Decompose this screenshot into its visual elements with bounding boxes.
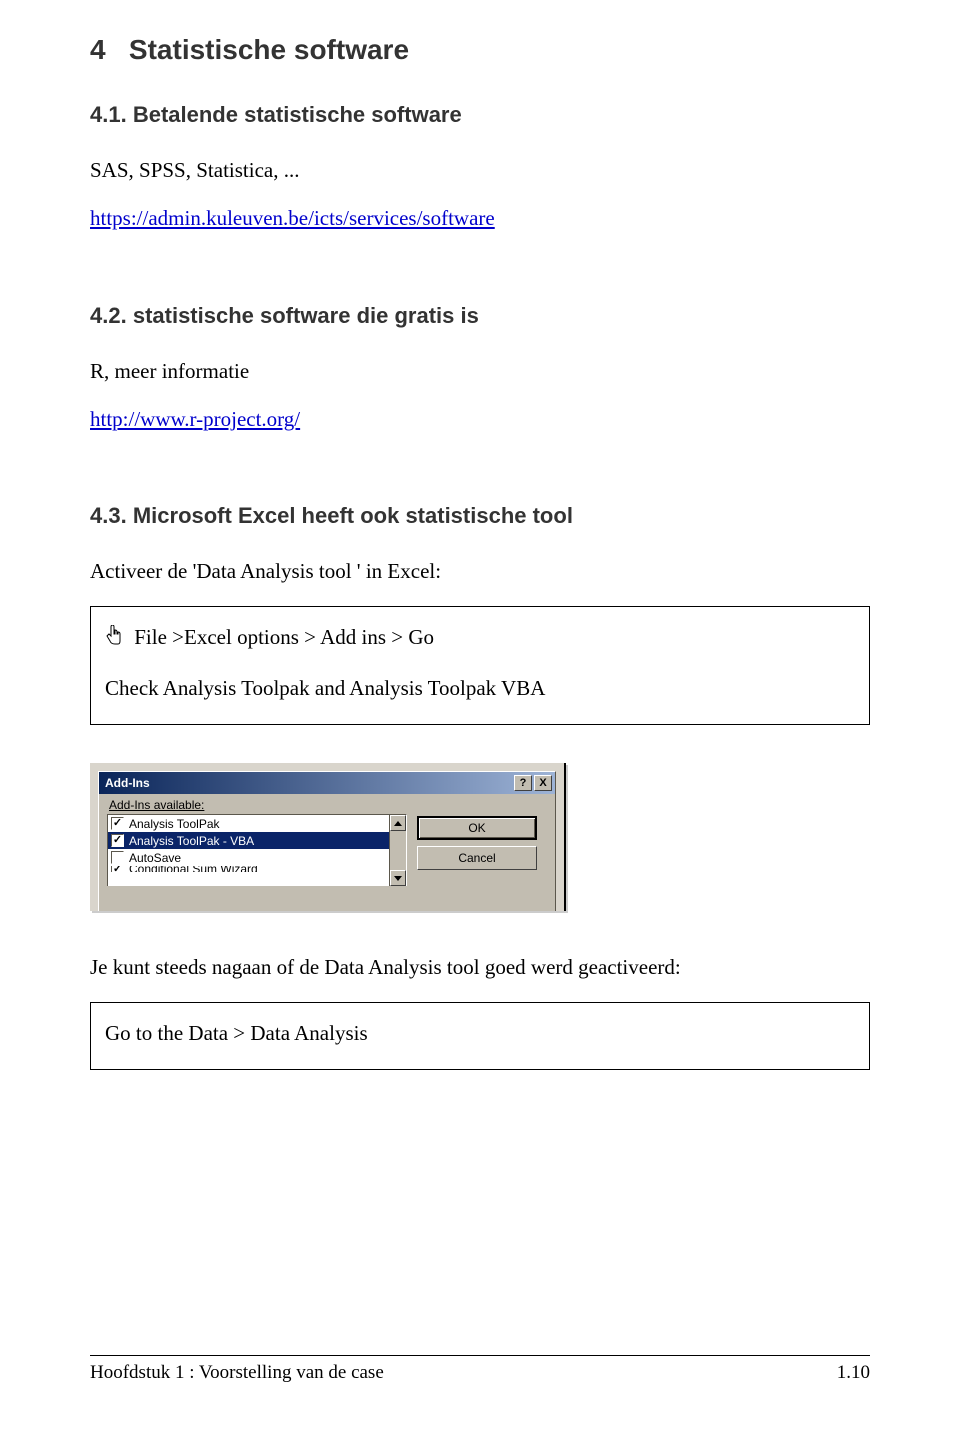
list-item-label: AutoSave bbox=[129, 851, 181, 865]
section-title: Statistische software bbox=[129, 34, 409, 65]
dialog-title: Add-Ins bbox=[105, 776, 150, 790]
subsection-title: Betalende statistische software bbox=[133, 102, 462, 127]
scrollbar[interactable] bbox=[389, 815, 406, 886]
body-text: Activeer de 'Data Analysis tool ' in Exc… bbox=[90, 557, 870, 585]
link-kuleuven[interactable]: https://admin.kuleuven.be/icts/services/… bbox=[90, 206, 495, 230]
list-item-label: Analysis ToolPak bbox=[129, 817, 220, 831]
subsection-heading: 4.3. Microsoft Excel heeft ook statistis… bbox=[90, 503, 870, 529]
hand-pointer-icon bbox=[105, 624, 123, 652]
footer-chapter: Hoofdstuk 1 : Voorstelling van de case bbox=[90, 1362, 384, 1384]
section-number: 4 bbox=[90, 34, 106, 65]
checkbox-icon[interactable] bbox=[111, 851, 124, 864]
subsection-number: 4.1. bbox=[90, 102, 127, 127]
list-item-label: Conditional Sum Wizard bbox=[129, 866, 258, 872]
subsection-heading: 4.2. statistische software die gratis is bbox=[90, 303, 870, 329]
list-item-label: Analysis ToolPak - VBA bbox=[129, 834, 254, 848]
subsection-title: statistische software die gratis is bbox=[133, 303, 479, 328]
box-text: Go to the Data > Data Analysis bbox=[105, 1019, 855, 1047]
subsection-title: Microsoft Excel heeft ook statistische t… bbox=[133, 503, 573, 528]
footer-page-number: 1.10 bbox=[837, 1362, 870, 1384]
instruction-box: File >Excel options > Add ins > Go Check… bbox=[90, 606, 870, 726]
list-item: ✓ Conditional Sum Wizard bbox=[108, 866, 406, 872]
section-heading: 4 Statistische software bbox=[90, 34, 870, 66]
scroll-down-icon[interactable] bbox=[390, 870, 406, 886]
checkbox-icon[interactable]: ✓ bbox=[111, 817, 124, 830]
help-button[interactable]: ? bbox=[514, 775, 532, 791]
box-text: File >Excel options > Add ins > Go bbox=[134, 625, 434, 649]
body-text: Je kunt steeds nagaan of de Data Analysi… bbox=[90, 953, 870, 981]
cancel-button[interactable]: Cancel bbox=[417, 846, 537, 870]
instruction-box: Go to the Data > Data Analysis bbox=[90, 1002, 870, 1070]
scroll-up-icon[interactable] bbox=[390, 815, 406, 831]
close-button[interactable]: X bbox=[534, 775, 552, 791]
body-text: R, meer informatie bbox=[90, 357, 870, 385]
subsection-heading: 4.1. Betalende statistische software bbox=[90, 102, 870, 128]
footer-rule bbox=[90, 1355, 870, 1356]
checkbox-icon[interactable]: ✓ bbox=[111, 834, 124, 847]
subsection-number: 4.3. bbox=[90, 503, 127, 528]
list-item: ✓ Analysis ToolPak bbox=[108, 815, 406, 832]
available-label: Add-Ins available: bbox=[109, 798, 547, 812]
addins-dialog-screenshot: Add-Ins ? X Add-Ins available: ✓ Analysi… bbox=[90, 763, 566, 911]
box-text: Check Analysis Toolpak and Analysis Tool… bbox=[105, 674, 855, 702]
addins-listbox[interactable]: ✓ Analysis ToolPak ✓ Analysis ToolPak - … bbox=[107, 814, 407, 886]
subsection-number: 4.2. bbox=[90, 303, 127, 328]
dialog-titlebar: Add-Ins ? X bbox=[99, 772, 555, 794]
checkbox-icon[interactable]: ✓ bbox=[111, 866, 124, 872]
body-text: SAS, SPSS, Statistica, ... bbox=[90, 156, 870, 184]
page-footer: Hoofdstuk 1 : Voorstelling van de case 1… bbox=[90, 1355, 870, 1384]
link-rproject[interactable]: http://www.r-project.org/ bbox=[90, 407, 300, 431]
list-item: ✓ Analysis ToolPak - VBA bbox=[108, 832, 406, 849]
list-item: AutoSave bbox=[108, 849, 406, 866]
ok-button[interactable]: OK bbox=[417, 816, 537, 840]
